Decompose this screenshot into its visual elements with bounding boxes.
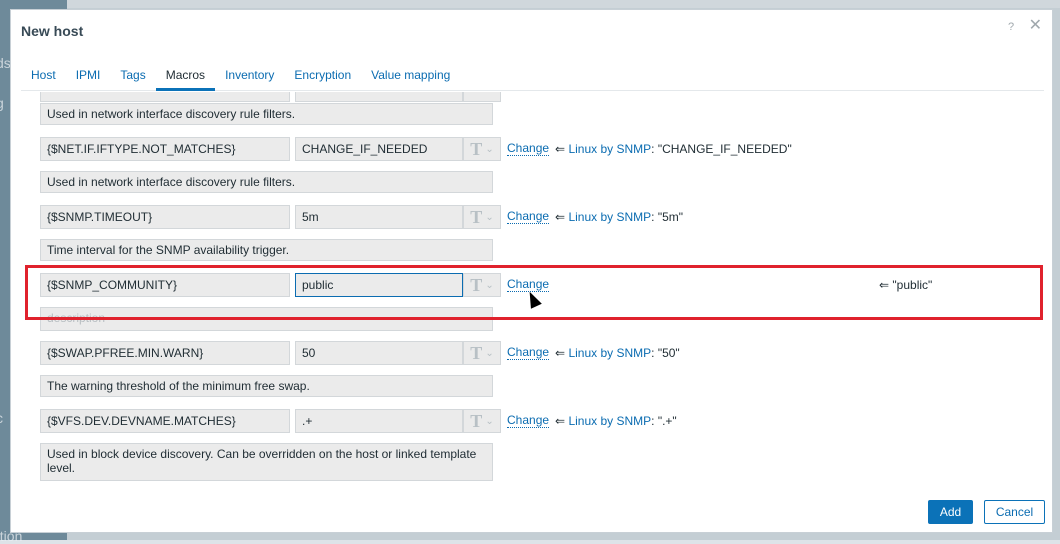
- change-link[interactable]: Change: [507, 142, 550, 156]
- macro-description[interactable]: Used in block device discovery. Can be o…: [40, 443, 493, 481]
- tab-tags[interactable]: Tags: [110, 68, 155, 91]
- inherit-arrow-icon: ⇐: [555, 346, 566, 360]
- macro-name-input[interactable]: {$SWAP.PFREE.MIN.WARN}: [40, 341, 290, 365]
- inherit-arrow-icon: ⇐: [555, 210, 566, 224]
- value-type-dropdown[interactable]: [463, 92, 501, 102]
- inherit-arrow-icon: ⇐: [555, 414, 566, 428]
- text-type-icon: T: [470, 138, 483, 159]
- chevron-down-icon: ⌄: [485, 347, 494, 359]
- macro-value-input[interactable]: [295, 92, 463, 102]
- macro-row: {$SWAP.PFREE.MIN.WARN} 50 T ⌄ Change ⇐ Li…: [40, 341, 680, 365]
- inherited-value: : "50": [651, 346, 680, 360]
- macro-row: {$NET.IF.IFTYPE.NOT_MATCHES} CHANGE_IF_N…: [40, 137, 792, 161]
- tab-macros[interactable]: Macros: [155, 68, 216, 91]
- macro-value-input[interactable]: CHANGE_IF_NEEDED: [295, 137, 463, 161]
- macro-name-input[interactable]: [40, 92, 290, 102]
- template-link[interactable]: Linux by SNMP: [568, 142, 651, 156]
- macro-description[interactable]: Used in network interface discovery rule…: [40, 103, 493, 125]
- macro-description[interactable]: Used in network interface discovery rule…: [40, 171, 493, 193]
- template-link[interactable]: Linux by SNMP: [568, 414, 651, 428]
- text-type-icon: T: [470, 342, 483, 363]
- macro-row: [40, 92, 501, 102]
- text-type-icon: T: [470, 206, 483, 227]
- template-link[interactable]: Linux by SNMP: [568, 346, 651, 360]
- cancel-button[interactable]: Cancel: [984, 500, 1045, 524]
- inherited-value: : "5m": [651, 210, 684, 224]
- change-link[interactable]: Change: [507, 210, 550, 224]
- close-icon[interactable]: ✕: [1029, 17, 1042, 34]
- macro-row: {$SNMP.TIMEOUT} 5m T ⌄ Change ⇐ Linux by …: [40, 205, 683, 229]
- chevron-down-icon: ⌄: [485, 143, 494, 155]
- macro-value-input[interactable]: 50: [295, 341, 463, 365]
- macro-value-input[interactable]: .+: [295, 409, 463, 433]
- tab-ipmi[interactable]: IPMI: [66, 68, 111, 91]
- value-type-dropdown[interactable]: T ⌄: [463, 409, 501, 433]
- inherited-value: : "CHANGE_IF_NEEDED": [651, 142, 792, 156]
- value-type-dropdown[interactable]: T ⌄: [463, 137, 501, 161]
- change-link[interactable]: Change: [507, 414, 550, 428]
- macro-description[interactable]: Time interval for the SNMP availability …: [40, 239, 493, 261]
- text-type-icon: T: [470, 410, 483, 431]
- value-type-dropdown[interactable]: T ⌄: [463, 205, 501, 229]
- value-type-dropdown[interactable]: T ⌄: [463, 341, 501, 365]
- chevron-down-icon: ⌄: [485, 415, 494, 427]
- macro-name-input[interactable]: {$SNMP.TIMEOUT}: [40, 205, 290, 229]
- macro-name-input[interactable]: {$NET.IF.IFTYPE.NOT_MATCHES}: [40, 137, 290, 161]
- macro-value-input[interactable]: 5m: [295, 205, 463, 229]
- dialog-title: New host: [21, 23, 84, 39]
- template-link[interactable]: Linux by SNMP: [568, 210, 651, 224]
- help-icon[interactable]: ?: [1008, 21, 1014, 33]
- chevron-down-icon: ⌄: [485, 211, 494, 223]
- tab-value-mapping[interactable]: Value mapping: [361, 68, 460, 91]
- new-host-dialog: New host ? ✕ Host IPMI Tags Macros Inven…: [10, 9, 1053, 533]
- tab-inventory[interactable]: Inventory: [215, 68, 284, 91]
- change-link[interactable]: Change: [507, 346, 550, 360]
- macro-name-input[interactable]: {$VFS.DEV.DEVNAME.MATCHES}: [40, 409, 290, 433]
- inherit-arrow-icon: ⇐: [555, 142, 566, 156]
- tab-encryption[interactable]: Encryption: [284, 68, 361, 91]
- tab-bar: Host IPMI Tags Macros Inventory Encrypti…: [21, 68, 1044, 91]
- inherited-value: : ".+": [651, 414, 677, 428]
- add-button[interactable]: Add: [928, 500, 973, 524]
- macro-row: {$VFS.DEV.DEVNAME.MATCHES} .+ T ⌄ Change …: [40, 409, 677, 433]
- macro-description[interactable]: The warning threshold of the minimum fre…: [40, 375, 493, 397]
- tab-host[interactable]: Host: [21, 68, 66, 91]
